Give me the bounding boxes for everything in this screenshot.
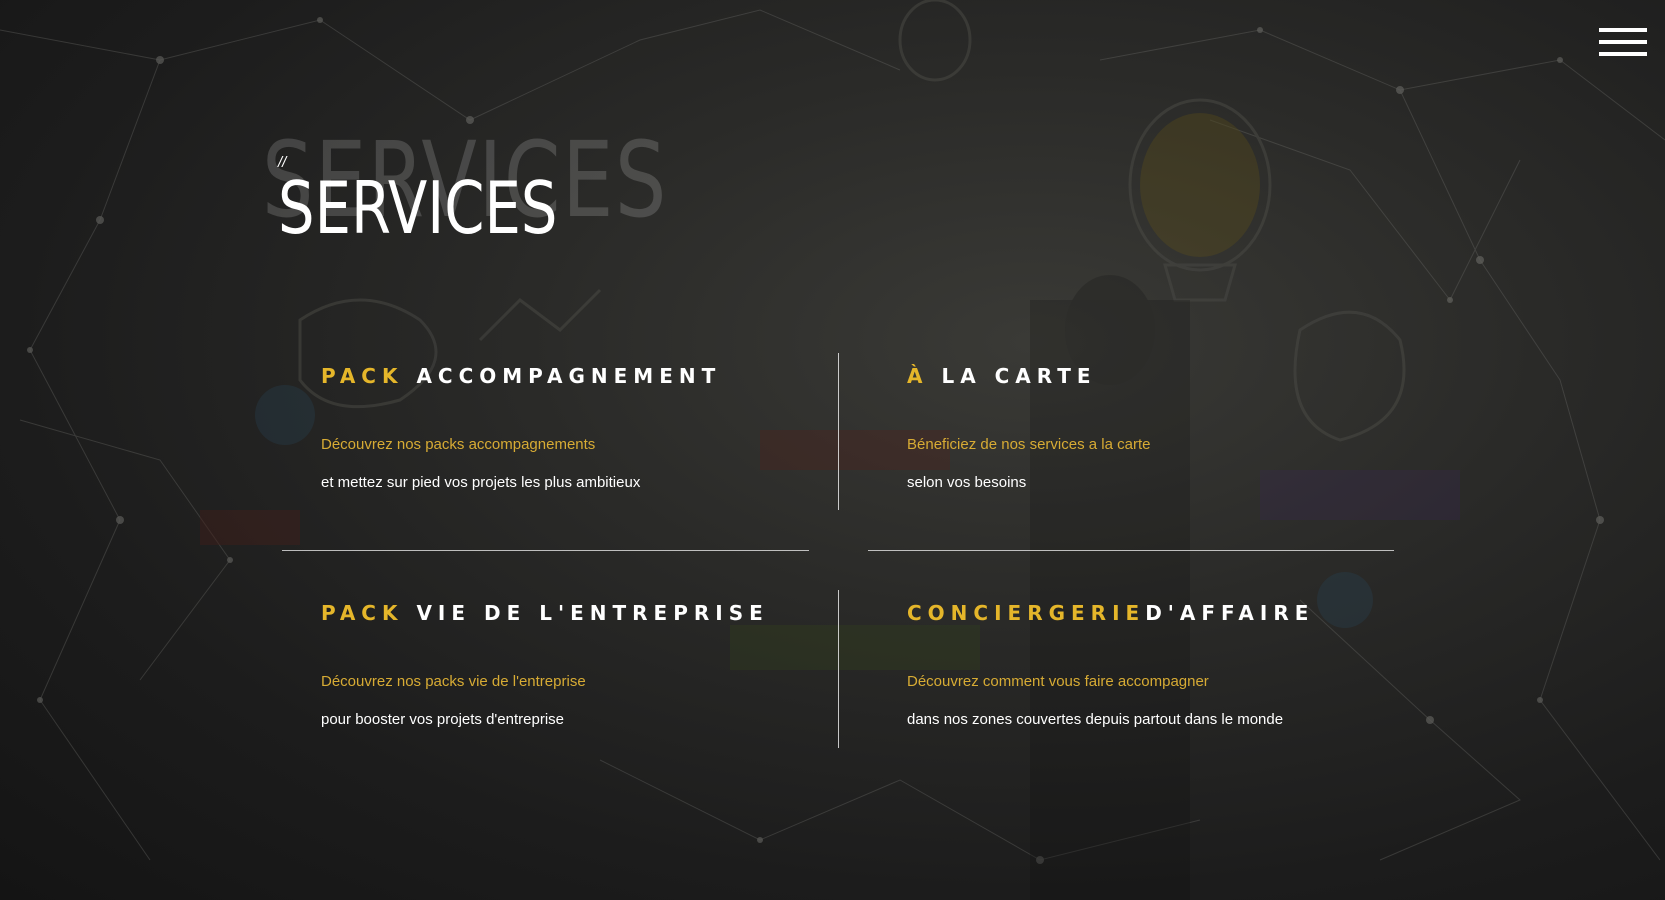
service-title: PACK ACCOMPAGNEMENT	[321, 364, 801, 388]
service-title-accent: À	[907, 364, 929, 388]
service-title: À LA CARTE	[907, 364, 1387, 388]
service-title-accent: CONCIERGERIE	[907, 601, 1146, 625]
hamburger-menu-icon[interactable]	[1599, 28, 1647, 62]
menu-bar	[1599, 52, 1647, 56]
service-card-pack-vie-entreprise[interactable]: PACK VIE DE L'ENTREPRISE Découvrez nos p…	[321, 601, 801, 728]
service-description: selon vos besoins	[907, 474, 1027, 491]
vertical-divider-top	[838, 353, 839, 510]
service-description: dans nos zones couvertes depuis partout …	[907, 711, 1284, 728]
service-title-rest: LA CARTE	[928, 364, 1097, 388]
menu-bar	[1599, 28, 1647, 32]
vertical-divider-bottom	[838, 590, 839, 748]
service-subtitle: Découvrez nos packs accompagnements	[321, 436, 596, 453]
service-title-rest: D'AFFAIRE	[1145, 601, 1315, 625]
service-card-conciergerie[interactable]: CONCIERGERIED'AFFAIRE Découvrez comment …	[907, 601, 1387, 728]
service-description: et mettez sur pied vos projets les plus …	[321, 474, 641, 491]
horizontal-divider-left	[282, 550, 809, 551]
menu-bar	[1599, 40, 1647, 44]
service-title-rest: VIE DE L'ENTREPRISE	[403, 601, 769, 625]
service-title-accent: PACK	[321, 601, 404, 625]
background-illustration	[0, 0, 1665, 900]
service-card-a-la-carte[interactable]: À LA CARTE Béneficiez de nos services a …	[907, 364, 1387, 491]
service-title: CONCIERGERIED'AFFAIRE	[907, 601, 1387, 625]
service-subtitle: Découvrez comment vous faire accompagner	[907, 673, 1209, 690]
services-page: SERVICES // SERVICES PACK ACCOMPAGNEMENT…	[0, 0, 1665, 900]
service-title: PACK VIE DE L'ENTREPRISE	[321, 601, 801, 625]
page-title: SERVICES	[278, 166, 558, 250]
service-description: pour booster vos projets d'entreprise	[321, 711, 564, 728]
horizontal-divider-right	[868, 550, 1394, 551]
service-subtitle: Béneficiez de nos services a la carte	[907, 436, 1151, 453]
service-subtitle: Découvrez nos packs vie de l'entreprise	[321, 673, 586, 690]
service-card-pack-accompagnement[interactable]: PACK ACCOMPAGNEMENT Découvrez nos packs …	[321, 364, 801, 491]
service-title-rest: ACCOMPAGNEMENT	[403, 364, 722, 388]
service-title-accent: PACK	[321, 364, 404, 388]
